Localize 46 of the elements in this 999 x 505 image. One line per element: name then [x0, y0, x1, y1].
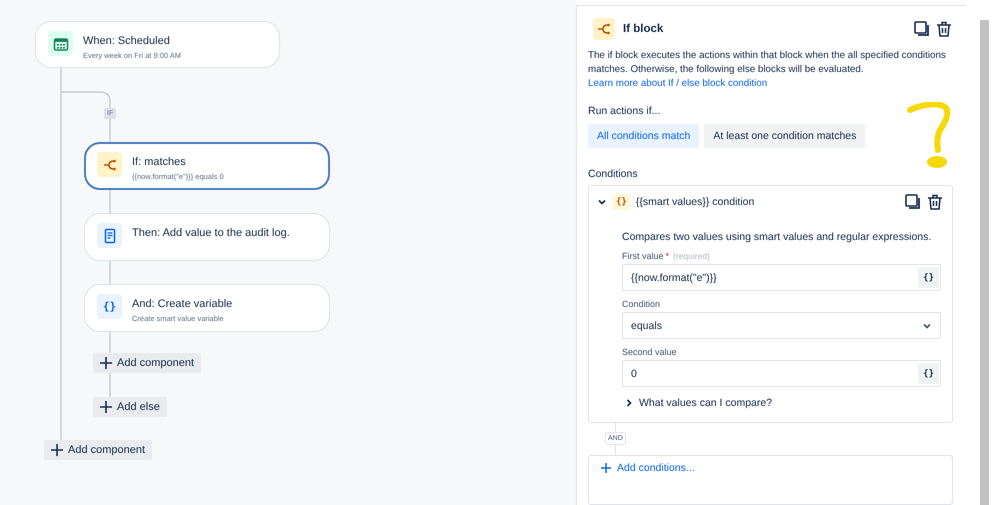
required-mark: *: [666, 251, 670, 261]
workflow-node[interactable]: Then: Add value to the audit log.: [84, 213, 330, 261]
duplicate-button[interactable]: [913, 20, 931, 38]
field-label: Second value: [622, 347, 677, 357]
plus-icon: [51, 444, 63, 456]
smart-value-button[interactable]: {}: [918, 267, 939, 288]
plus-icon: [100, 401, 112, 413]
node-title: Then: Add value to the audit log.: [132, 227, 290, 239]
section-label: Conditions: [588, 168, 639, 180]
plus-icon: [601, 462, 611, 473]
chevron-right-icon: [625, 399, 633, 407]
copy-icon: [905, 194, 921, 210]
help-toggle[interactable]: What values can I compare?: [622, 397, 772, 409]
calendar-icon: [52, 36, 68, 52]
condition-description: Compares two values using smart values and regular expressions.: [622, 231, 932, 243]
trash-icon: [936, 21, 952, 37]
scrollbar[interactable]: [980, 20, 989, 505]
node-title: And: Create variable: [132, 298, 232, 310]
panel-title: If block: [623, 23, 664, 35]
chevron-icon[interactable]: [597, 197, 607, 207]
delete-button[interactable]: [935, 20, 953, 38]
field-hint: (required): [673, 251, 710, 261]
copy-icon: [914, 21, 930, 37]
node-title: When: Scheduled: [83, 35, 171, 47]
condition-dropdown[interactable]: equals: [622, 312, 941, 339]
learn-more-link[interactable]: Learn more about If / else block condition: [588, 78, 768, 89]
field-label: First value: [622, 251, 664, 261]
section-label: Run actions if...: [588, 105, 662, 117]
braces-icon: {}: [613, 194, 630, 210]
match-option-button[interactable]: At least one condition matches: [704, 124, 866, 148]
condition-title: {{smart values}} condition: [636, 196, 754, 208]
delete-button[interactable]: [926, 193, 944, 211]
add-conditions-button[interactable]: Add conditions...: [601, 462, 695, 474]
branch-icon: [102, 156, 118, 172]
duplicate-button[interactable]: [904, 193, 922, 211]
add-button[interactable]: Add else: [93, 397, 167, 417]
match-option-button[interactable]: All conditions match: [588, 124, 700, 148]
add-component-button[interactable]: Add component: [44, 440, 152, 460]
node-title: If: matches: [132, 156, 187, 168]
smart-value-button[interactable]: {}: [918, 363, 939, 384]
field-label: Condition: [622, 299, 660, 309]
add-button[interactable]: Add component: [93, 353, 202, 373]
braces-icon: {}: [97, 294, 122, 319]
panel-description: The if block executes the actions within that block when the all specified conditions matches. Otherwise, the following else blocks will be evaluated. Learn more about If / else block condition: [588, 49, 947, 91]
trash-icon: [927, 194, 943, 210]
plus-icon: [100, 357, 112, 369]
